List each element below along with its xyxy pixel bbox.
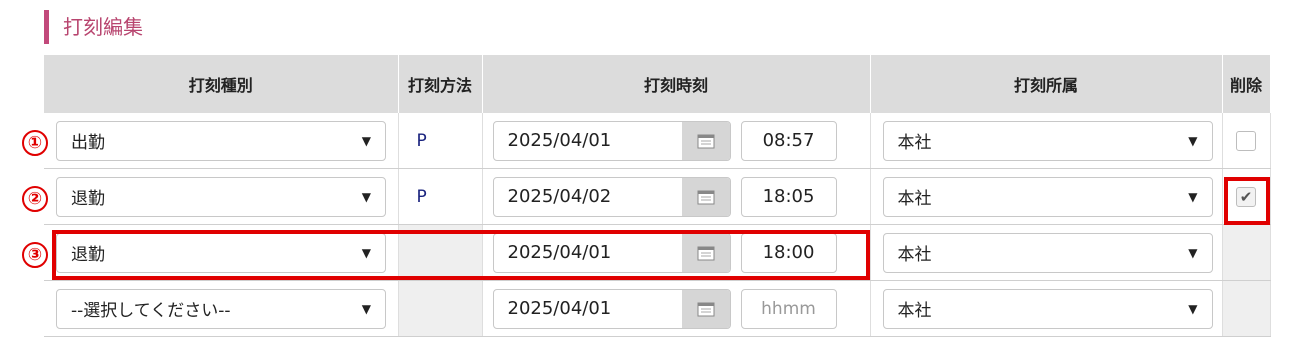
section-title: 打刻編集: [44, 10, 143, 44]
affiliation-select[interactable]: 本社 ▼: [882, 176, 1213, 217]
chevron-down-icon: ▼: [361, 133, 371, 148]
type-select-value: 退勤: [71, 245, 105, 265]
date-field[interactable]: 2025/04/02: [492, 176, 731, 217]
date-field[interactable]: 2025/04/01: [492, 232, 731, 273]
checkmark-icon: ✔: [1239, 187, 1253, 206]
time-field[interactable]: 18:05: [740, 176, 837, 217]
type-select[interactable]: --選択してください-- ▼: [56, 288, 386, 329]
affiliation-select-value: 本社: [897, 245, 932, 265]
calendar-icon[interactable]: [681, 121, 730, 160]
time-field[interactable]: hhmm: [740, 288, 837, 329]
method-value: P: [416, 130, 427, 151]
chevron-down-icon: ▼: [1188, 189, 1198, 204]
time-field[interactable]: 08:57: [740, 120, 837, 161]
header-type: 打刻種別: [44, 55, 399, 113]
method-value: P: [416, 186, 427, 207]
date-value: 2025/04/01: [507, 242, 612, 263]
time-field[interactable]: 18:00: [740, 232, 837, 273]
annotation-marker-1: ①: [22, 130, 48, 156]
affiliation-select-value: 本社: [897, 133, 932, 153]
chevron-down-icon: ▼: [1188, 133, 1198, 148]
date-value: 2025/04/01: [507, 298, 612, 319]
table-row: --選択してください-- ▼ 2025/04/01 hhmm 本社 ▼: [44, 280, 1271, 337]
delete-cell-empty: [1222, 224, 1271, 281]
affiliation-select[interactable]: 本社 ▼: [882, 232, 1213, 273]
affiliation-select[interactable]: 本社 ▼: [882, 288, 1213, 329]
type-select[interactable]: 退勤 ▼: [56, 232, 386, 273]
type-select-value: 退勤: [71, 189, 105, 209]
chevron-down-icon: ▼: [361, 245, 371, 260]
chevron-down-icon: ▼: [361, 301, 371, 316]
table-row: 退勤 ▼ 2025/04/01 18:00 本社 ▼: [44, 224, 1271, 281]
date-field[interactable]: 2025/04/01: [492, 120, 731, 161]
chevron-down-icon: ▼: [1188, 301, 1198, 316]
affiliation-select[interactable]: 本社 ▼: [882, 120, 1213, 161]
annotation-marker-2: ②: [22, 186, 48, 212]
type-select[interactable]: 出勤 ▼: [56, 120, 386, 161]
calendar-icon[interactable]: [681, 177, 730, 216]
delete-checkbox[interactable]: ✔: [1236, 186, 1256, 207]
type-select-value: 出勤: [71, 133, 105, 153]
table-row: 退勤 ▼ P 2025/04/02 18:05 本社 ▼ ✔: [44, 168, 1271, 225]
date-value: 2025/04/01: [507, 130, 612, 151]
type-select-value: --選択してください--: [71, 301, 231, 321]
calendar-icon[interactable]: [681, 233, 730, 272]
delete-cell-empty: [1222, 280, 1271, 337]
affiliation-select-value: 本社: [897, 301, 932, 321]
chevron-down-icon: ▼: [361, 189, 371, 204]
annotation-marker-3: ③: [22, 242, 48, 268]
header-time: 打刻時刻: [482, 55, 871, 113]
type-select[interactable]: 退勤 ▼: [56, 176, 386, 217]
header-delete: 削除: [1222, 55, 1271, 113]
header-affiliation: 打刻所属: [870, 55, 1223, 113]
date-value: 2025/04/02: [507, 186, 612, 207]
header-method: 打刻方法: [398, 55, 483, 113]
table-row: 出勤 ▼ P 2025/04/01 08:57 本社 ▼: [44, 113, 1271, 169]
delete-checkbox[interactable]: [1236, 130, 1256, 151]
calendar-icon[interactable]: [681, 289, 730, 328]
punch-edit-table: 打刻種別 打刻方法 打刻時刻 打刻所属 削除 出勤 ▼ P 2025/04/01 …: [44, 55, 1271, 337]
affiliation-select-value: 本社: [897, 189, 932, 209]
chevron-down-icon: ▼: [1188, 245, 1198, 260]
date-field[interactable]: 2025/04/01: [492, 288, 731, 329]
